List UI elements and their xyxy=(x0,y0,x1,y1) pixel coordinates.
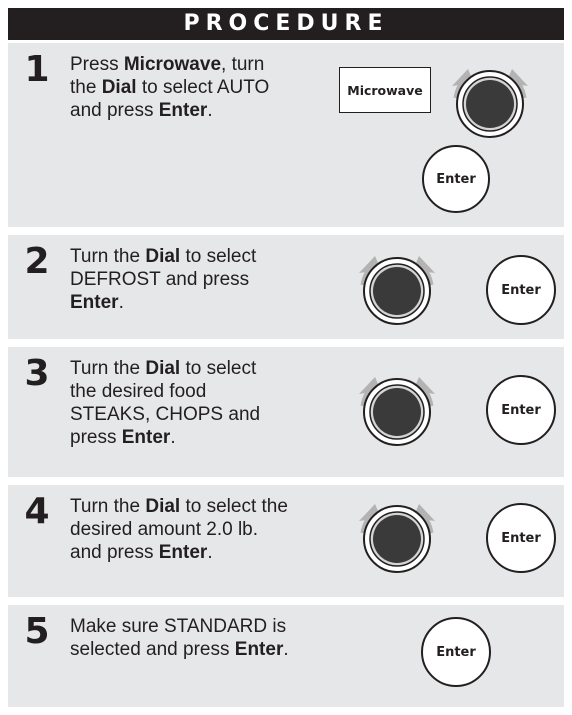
text-segment-bold: Enter xyxy=(70,292,119,313)
enter-button[interactable]: Enter xyxy=(422,145,490,213)
dial-knob-icon[interactable] xyxy=(348,498,446,576)
text-segment-bold: Microwave xyxy=(123,54,222,75)
text-segment-bold: Dial xyxy=(101,77,137,98)
text-segment: Press xyxy=(70,54,124,75)
text-segment-bold: Enter xyxy=(158,100,208,121)
text-segment-bold: Enter xyxy=(158,542,208,563)
text-segment: desired amount 2.0 lb. xyxy=(70,519,259,540)
step-4: 4 Turn the Dial to select the desired am… xyxy=(8,485,564,597)
text-segment: . xyxy=(207,542,213,563)
text-segment: Turn the xyxy=(70,496,146,517)
text-segment: . xyxy=(118,292,124,313)
text-segment: Turn the xyxy=(70,358,146,379)
step-number: 5 xyxy=(24,611,50,652)
text-segment: the desired food xyxy=(70,381,207,402)
step-number: 2 xyxy=(24,241,50,282)
step-number: 4 xyxy=(24,491,50,532)
text-segment: Turn the xyxy=(70,246,146,267)
dial-knob-icon[interactable] xyxy=(441,63,539,141)
text-segment: and press xyxy=(70,100,159,121)
step-instruction: Turn the Dial to select the desired amou… xyxy=(70,495,288,564)
text-segment-bold: Dial xyxy=(145,496,181,517)
text-segment: . xyxy=(207,100,213,121)
text-segment: Make sure STANDARD is xyxy=(70,616,287,637)
text-segment: . xyxy=(170,427,176,448)
text-segment-bold: Dial xyxy=(145,358,181,379)
step-3: 3 Turn the Dial to select the desired fo… xyxy=(8,347,564,477)
enter-button[interactable]: Enter xyxy=(486,503,556,573)
text-segment: the xyxy=(70,77,102,98)
microwave-button[interactable]: Microwave xyxy=(339,67,431,113)
text-segment: STEAKS, CHOPS and xyxy=(70,404,261,425)
enter-button[interactable]: Enter xyxy=(486,255,556,325)
text-segment-bold: Enter xyxy=(234,639,284,660)
text-segment: to select xyxy=(180,246,257,267)
procedure-title: PROCEDURE xyxy=(183,11,389,36)
text-segment: . xyxy=(283,639,289,660)
text-segment: , turn xyxy=(221,54,265,75)
dial-knob-icon[interactable] xyxy=(348,371,446,449)
text-segment: DEFROST and press xyxy=(70,269,250,290)
procedure-header: PROCEDURE xyxy=(8,8,564,40)
text-segment: to select xyxy=(180,358,257,379)
text-segment: to select the xyxy=(180,496,288,517)
step-instruction: Press Microwave, turn the Dial to select… xyxy=(70,53,269,122)
step-instruction: Turn the Dial to select the desired food… xyxy=(70,357,260,449)
step-5: 5 Make sure STANDARD is selected and pre… xyxy=(8,605,564,707)
step-instruction: Make sure STANDARD is selected and press… xyxy=(70,615,289,661)
enter-button[interactable]: Enter xyxy=(421,617,491,687)
step-number: 1 xyxy=(24,49,50,90)
text-segment-bold: Dial xyxy=(145,246,181,267)
text-segment: to select AUTO xyxy=(136,77,270,98)
enter-button[interactable]: Enter xyxy=(486,375,556,445)
step-2: 2 Turn the Dial to select DEFROST and pr… xyxy=(8,235,564,339)
dial-knob-icon[interactable] xyxy=(348,250,446,328)
step-number: 3 xyxy=(24,353,50,394)
text-segment: selected and press xyxy=(70,639,235,660)
step-1: 1 Press Microwave, turn the Dial to sele… xyxy=(8,43,564,227)
text-segment-bold: Enter xyxy=(121,427,171,448)
step-instruction: Turn the Dial to select DEFROST and pres… xyxy=(70,245,256,314)
text-segment: press xyxy=(70,427,122,448)
text-segment: and press xyxy=(70,542,159,563)
